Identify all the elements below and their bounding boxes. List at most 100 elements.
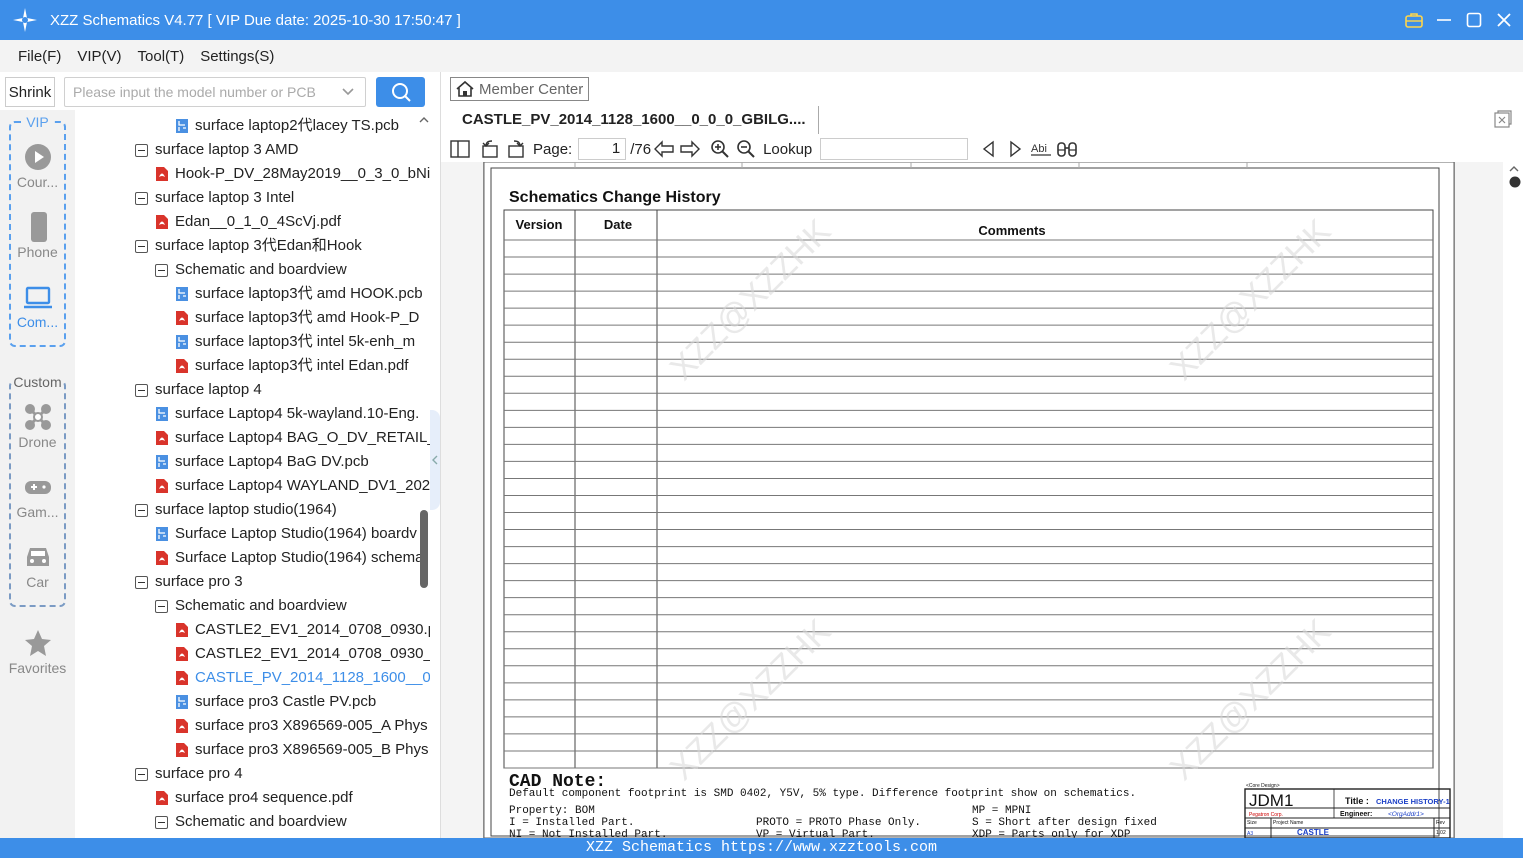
tree-scroll-thumb[interactable] [420, 510, 428, 588]
rail-item-game[interactable]: Gam... [0, 470, 75, 520]
collapse-icon[interactable] [135, 191, 148, 205]
tree-file-pcb[interactable]: surface laptop3代 amd HOOK.pcb [175, 282, 423, 306]
tree-file-pcb[interactable]: surface laptop2代lacey TS.pcb [175, 114, 399, 138]
triangle-right-icon[interactable] [1002, 137, 1028, 161]
collapse-icon[interactable] [135, 239, 148, 253]
rail-item-computer[interactable]: Com... [0, 280, 75, 330]
pdf-viewer[interactable]: Schematics Change History Version Date C… [441, 162, 1523, 838]
titleblock-company: Pegatron Corp. [1249, 812, 1283, 818]
play-icon [0, 140, 75, 174]
page-total: /76 [630, 140, 652, 158]
tree-folder[interactable]: surface laptop 3代Edan和Hook [135, 234, 362, 258]
sidebar-toggle-icon[interactable] [447, 137, 473, 161]
cad-note-line: Default component footprint is SMD 0402,… [509, 788, 1136, 800]
collapse-icon[interactable] [135, 503, 148, 517]
vip-group-label: VIP [24, 114, 51, 130]
triangle-left-icon[interactable] [976, 137, 1002, 161]
app-logo-icon [0, 0, 50, 40]
rotate-left-icon[interactable] [477, 137, 503, 161]
tree-item-label: surface laptop 3代Edan和Hook [155, 237, 362, 254]
pdf-file-icon [176, 311, 188, 325]
tree-folder[interactable]: surface pro 4 [135, 762, 243, 786]
tree-folder[interactable]: Schematic and boardview [155, 258, 347, 282]
zoom-in-icon[interactable] [707, 137, 733, 161]
titleblock-title-label: Title : [1345, 796, 1369, 806]
match-case-icon[interactable]: Abi [1028, 137, 1054, 161]
menu-tool[interactable]: Tool(T) [138, 48, 185, 65]
collapse-icon[interactable] [155, 263, 168, 277]
binoculars-icon[interactable] [1054, 137, 1080, 161]
chevron-down-icon[interactable] [341, 85, 355, 102]
sheet-heading: Schematics Change History [509, 189, 721, 206]
tree-file-pcb[interactable]: surface Laptop4 5k-wayland.10-Eng. [155, 402, 419, 426]
tree-file-pdf[interactable]: Edan__0_1_0_4ScVj.pdf [155, 210, 341, 234]
collapse-icon[interactable] [155, 815, 168, 829]
tree-file-pdf[interactable]: Surface Laptop Studio(1964) schema [155, 546, 424, 570]
tree-folder[interactable]: Schematic and boardview [155, 810, 347, 834]
viewer-scrollbar[interactable] [1503, 162, 1523, 838]
tree-scrollbar[interactable] [418, 112, 430, 838]
tree-file-pdf[interactable]: CASTLE_PV_2014_1128_1600__0_( [175, 666, 430, 690]
tree-file-pdf[interactable]: surface laptop3代 amd Hook-P_D [175, 306, 419, 330]
rail-item-drone[interactable]: Drone [0, 400, 75, 450]
lookup-input[interactable] [820, 138, 969, 160]
collapse-icon[interactable] [135, 767, 148, 781]
member-center-button[interactable]: Member Center [450, 77, 589, 101]
tree-file-pcb[interactable]: surface laptop3代 intel 5k-enh_m [175, 330, 415, 354]
menu-file[interactable]: File(F) [18, 48, 61, 65]
titleblock-project-label: Project Name [1273, 820, 1304, 826]
close-icon[interactable] [1495, 11, 1513, 29]
tree-file-pdf[interactable]: surface pro3 X896569-005_B Phys [175, 738, 429, 762]
collapse-icon[interactable] [135, 575, 148, 589]
zoom-out-icon[interactable] [733, 137, 759, 161]
pcb-file-icon [176, 335, 188, 349]
tree-folder[interactable]: surface laptop 3 Intel [135, 186, 294, 210]
tree-item-label: surface laptop studio(1964) [155, 501, 337, 518]
svg-text:Abi: Abi [1031, 143, 1047, 155]
tree-file-pdf[interactable]: surface Laptop4 WAYLAND_DV1_202 [155, 474, 430, 498]
arrow-right-icon[interactable] [677, 137, 703, 161]
rotate-right-icon[interactable] [503, 137, 529, 161]
pdf-file-icon [156, 479, 168, 493]
tree-file-pcb[interactable]: Surface Laptop Studio(1964) boardv [155, 522, 417, 546]
rail-item-car[interactable]: Car [0, 540, 75, 590]
tree-file-pdf[interactable]: Hook-P_DV_28May2019__0_3_0_bNi [155, 162, 430, 186]
tree-file-pdf[interactable]: surface Laptop4 BAG_O_DV_RETAIL_ [155, 426, 430, 450]
tree-folder[interactable]: surface pro 3 [135, 570, 243, 594]
star-icon [0, 626, 75, 660]
collapse-icon[interactable] [135, 143, 148, 157]
tree-folder[interactable]: Schematic and boardview [155, 594, 347, 618]
tree-file-pcb[interactable]: surface pro3 Castle PV.pcb [175, 690, 376, 714]
tree-file-pdf[interactable]: surface laptop3代 intel Edan.pdf [175, 354, 408, 378]
tree-folder[interactable]: surface laptop studio(1964) [135, 498, 337, 522]
vip-bag-icon[interactable] [1405, 11, 1423, 29]
tree-file-pdf[interactable]: surface pro3 X896569-005_A Phys [175, 714, 428, 738]
maximize-icon[interactable] [1465, 11, 1483, 29]
restore-icon[interactable] [1494, 110, 1512, 128]
search-input[interactable]: Please input the model number or PCB [64, 77, 366, 107]
page-number-input[interactable]: 1 [578, 138, 627, 160]
panel-collapse-handle[interactable] [430, 410, 440, 510]
menu-settings[interactable]: Settings(S) [200, 48, 274, 65]
tree-file-pcb[interactable]: surface Laptop4 BaG DV.pcb [155, 450, 369, 474]
car-icon [0, 540, 75, 574]
shrink-button[interactable]: Shrink [5, 77, 55, 107]
tree-folder[interactable]: surface laptop 3 AMD [135, 138, 298, 162]
collapse-icon[interactable] [155, 599, 168, 613]
tree-file-pdf[interactable]: CASTLE2_EV1_2014_0708_0930__( [175, 642, 430, 666]
rail-item-courses[interactable]: Cour... [0, 140, 75, 190]
arrow-left-icon[interactable] [651, 137, 677, 161]
rail-item-phone[interactable]: Phone [0, 210, 75, 260]
tree-file-pdf[interactable]: CASTLE2_EV1_2014_0708_0930.pd [175, 618, 430, 642]
tree-item-label: CASTLE2_EV1_2014_0708_0930.pd [195, 621, 430, 638]
search-button[interactable] [376, 77, 425, 107]
document-tab[interactable]: CASTLE_PV_2014_1128_1600__0_0_0_GBILG...… [450, 106, 819, 134]
menu-vip[interactable]: VIP(V) [77, 48, 121, 65]
rail-item-favorites[interactable]: Favorites [0, 626, 75, 676]
tree-file-pdf[interactable]: surface pro4 sequence.pdf [155, 786, 353, 810]
titleblock-code: JDM1 [1249, 791, 1293, 810]
pcb-file-icon [176, 695, 188, 709]
minimize-icon[interactable] [1435, 11, 1453, 29]
collapse-icon[interactable] [135, 383, 148, 397]
tree-folder[interactable]: surface laptop 4 [135, 378, 262, 402]
